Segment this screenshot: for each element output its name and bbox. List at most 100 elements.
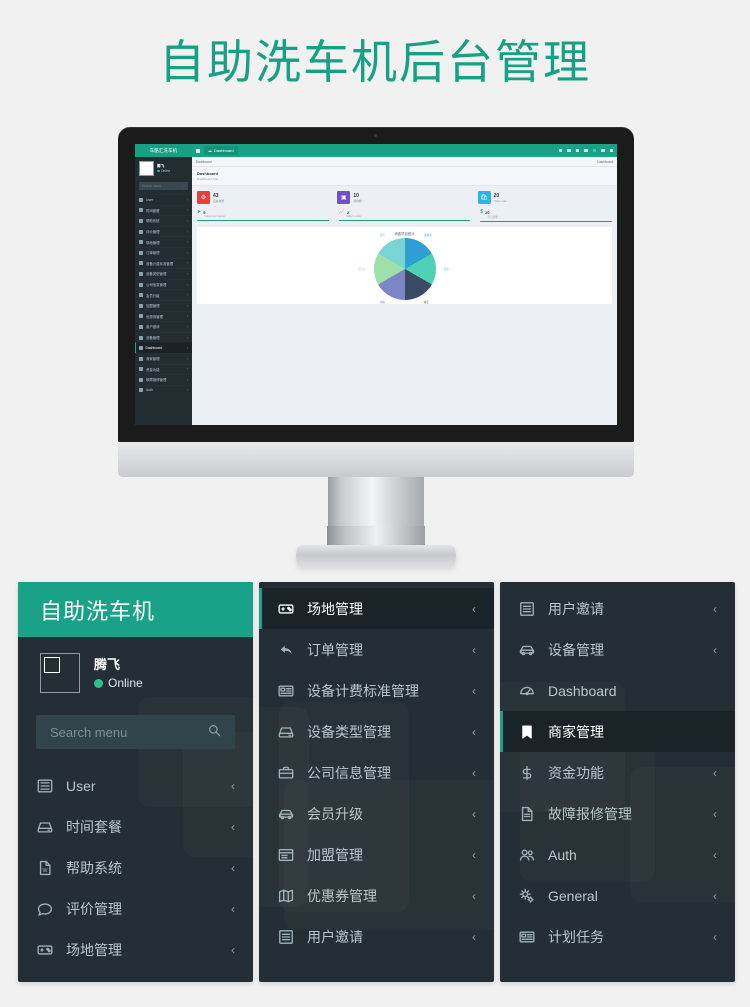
pie-slice-label-6: 臭氧 (379, 233, 385, 237)
search-input[interactable]: Search menu (36, 715, 235, 749)
language-icon[interactable] (601, 148, 605, 153)
chevron-left-icon: ‹ (713, 642, 717, 657)
chevron-left-icon: ‹ (186, 197, 188, 202)
menu-item-5[interactable]: 场地管理 ‹ (18, 929, 253, 970)
screen-menu-item-12[interactable]: 优惠券管理 ‹ (135, 311, 192, 322)
search-placeholder: Search menu (50, 724, 128, 740)
screen-menu-item-8[interactable]: 设备类型管理 ‹ (135, 268, 192, 279)
screen-menu-item-9[interactable]: 公司信息管理 ‹ (135, 279, 192, 290)
hard-drive-icon (277, 724, 294, 740)
mini-stat-3: $20 今日营收 (480, 209, 613, 222)
sidebar-toggle-icon[interactable] (196, 148, 200, 153)
chevron-left-icon: ‹ (186, 346, 188, 351)
screen-menu-item-5[interactable]: 场地管理 ‹ (135, 236, 192, 247)
screen-menu-item-label: 会员升级 (146, 293, 160, 298)
screen-menu-item-15[interactable]: Dashboard ‹ (135, 342, 192, 353)
map-icon (277, 888, 294, 904)
screen-menu-item-11[interactable]: 加盟管理 ‹ (135, 300, 192, 311)
panel-one-user: 腾飞 Online (18, 637, 253, 703)
menu-item-6[interactable]: 故障报修管理 ‹ (500, 793, 735, 834)
screen-menu-item-1[interactable]: User ‹ (135, 194, 192, 205)
menu-item-4[interactable]: 商家管理 (500, 711, 735, 752)
logout-icon[interactable] (609, 148, 613, 153)
screen-menu-item-10[interactable]: 会员升级 ‹ (135, 289, 192, 300)
screen-menu-item-label: 设备类型管理 (146, 272, 167, 277)
screen-menu-item-3[interactable]: 帮助系统 ‹ (135, 215, 192, 226)
menu-item-1[interactable]: 场地管理 ‹ (259, 588, 494, 629)
flag-icon[interactable] (584, 148, 588, 153)
menu-item-label: 资金功能 (548, 764, 604, 781)
panel-three: 用户邀请 ‹ 设备管理 ‹ Dashboard 商家管理 资金功能 ‹ 故障报修管理 ‹ Auth ‹… (500, 582, 735, 982)
user-avatar-icon[interactable] (592, 148, 596, 153)
menu-item-2[interactable]: 订单管理 ‹ (259, 629, 494, 670)
screen-brand: 车酷汇洗车机 (135, 144, 192, 157)
mini-stat-2: 📈 2 Today's order (338, 210, 471, 222)
menu-item-label: 场地管理 (66, 941, 122, 958)
screen-menu-item-13[interactable]: 用户邀请 ‹ (135, 321, 192, 332)
menu-item-label: 用户邀请 (307, 928, 363, 945)
screen-menu-item-2[interactable]: 时间套餐 ‹ (135, 205, 192, 216)
screen-menu-item-17[interactable]: 资金功能 ‹ (135, 364, 192, 375)
dollar-icon (518, 765, 535, 781)
menu-item-label: 用户邀请 (548, 600, 604, 617)
menu-item-4[interactable]: 设备类型管理 ‹ (259, 711, 494, 752)
menu-item-9[interactable]: 计划任务 ‹ (500, 916, 735, 957)
menu-item-label: 设备类型管理 (307, 723, 391, 740)
pie-chart: 清洗水 泡沫 吸尘 水蜡 高压水 臭氧 (201, 234, 608, 305)
screen-search-input[interactable]: Search menu ⌕ (139, 182, 188, 190)
pie-chart-graphic (373, 237, 436, 300)
chevron-left-icon: ‹ (186, 388, 188, 393)
screen-menu-item-6[interactable]: 订单管理 ‹ (135, 247, 192, 258)
menu-item-2[interactable]: 设备管理 ‹ (500, 629, 735, 670)
envelope-icon[interactable] (575, 148, 579, 153)
screen-menu-item-18[interactable]: 故障报修管理 ‹ (135, 374, 192, 385)
menu-item-8[interactable]: 优惠券管理 ‹ (259, 875, 494, 916)
menu-glyph-icon (139, 197, 143, 202)
screen-topbar: 车酷汇洗车机 ☁ Dashboard (135, 144, 617, 157)
screen-menu-item-4[interactable]: 评价管理 ‹ (135, 226, 192, 237)
menu-item-1[interactable]: 用户邀请 ‹ (500, 588, 735, 629)
menu-glyph-icon (139, 356, 143, 361)
menu-item-2[interactable]: 时间套餐 ‹ (18, 806, 253, 847)
menu-glyph-icon (139, 218, 143, 223)
screen-menu-item-label: 故障报修管理 (146, 378, 167, 383)
reply-all-icon (277, 642, 294, 658)
menu-item-1[interactable]: User ‹ (18, 765, 253, 806)
bell-icon[interactable] (558, 148, 562, 153)
monitor-mockup: 车酷汇洗车机 ☁ Dashboard 腾飞 Online Search menu… (118, 127, 634, 567)
chevron-left-icon: ‹ (186, 240, 188, 245)
screen-menu-item-label: 设备管理 (146, 336, 160, 341)
menu-item-7[interactable]: Auth ‹ (500, 834, 735, 875)
screen-menu-item-label: Auth (146, 388, 153, 393)
menu-item-9[interactable]: 用户邀请 ‹ (259, 916, 494, 957)
list-icon (36, 778, 53, 794)
screen-menu-item-label: 加盟管理 (146, 304, 160, 309)
stat-card-icon: 🛍 (477, 191, 491, 204)
menu-item-3[interactable]: 设备计费标准管理 ‹ (259, 670, 494, 711)
hard-drive-icon (36, 819, 53, 835)
screen-menu-item-7[interactable]: 设备计费标准管理 ‹ (135, 258, 192, 269)
menu-item-label: 会员升级 (307, 805, 363, 822)
chevron-left-icon: ‹ (472, 929, 476, 944)
menu-item-8[interactable]: General ‹ (500, 875, 735, 916)
chevron-left-icon: ‹ (186, 261, 188, 266)
menu-item-5[interactable]: 资金功能 ‹ (500, 752, 735, 793)
screen-nav-tab[interactable]: ☁ Dashboard (204, 146, 238, 155)
menu-item-label: General (548, 887, 598, 904)
monitor-chin (118, 442, 634, 477)
screen-menu-item-16[interactable]: 商家管理 ‹ (135, 353, 192, 364)
menu-item-3[interactable]: Dashboard (500, 670, 735, 711)
menu-item-7[interactable]: 加盟管理 ‹ (259, 834, 494, 875)
chevron-left-icon: ‹ (713, 806, 717, 821)
screen-menu-item-14[interactable]: 设备管理 ‹ (135, 332, 192, 343)
screen-menu-item-19[interactable]: Auth ‹ (135, 385, 192, 396)
menu-item-6[interactable]: 会员升级 ‹ (259, 793, 494, 834)
menu-item-4[interactable]: 评价管理 ‹ (18, 888, 253, 929)
mini-stat-icon: $ (480, 209, 484, 215)
menu-item-5[interactable]: 公司信息管理 ‹ (259, 752, 494, 793)
cogs-icon (518, 888, 535, 904)
menu-item-3[interactable]: W 帮助系统 ‹ (18, 847, 253, 888)
screen-sidebar-user: 腾飞 Online (135, 157, 192, 180)
gear-icon[interactable] (567, 148, 571, 153)
menu-item-label: 故障报修管理 (548, 805, 632, 822)
